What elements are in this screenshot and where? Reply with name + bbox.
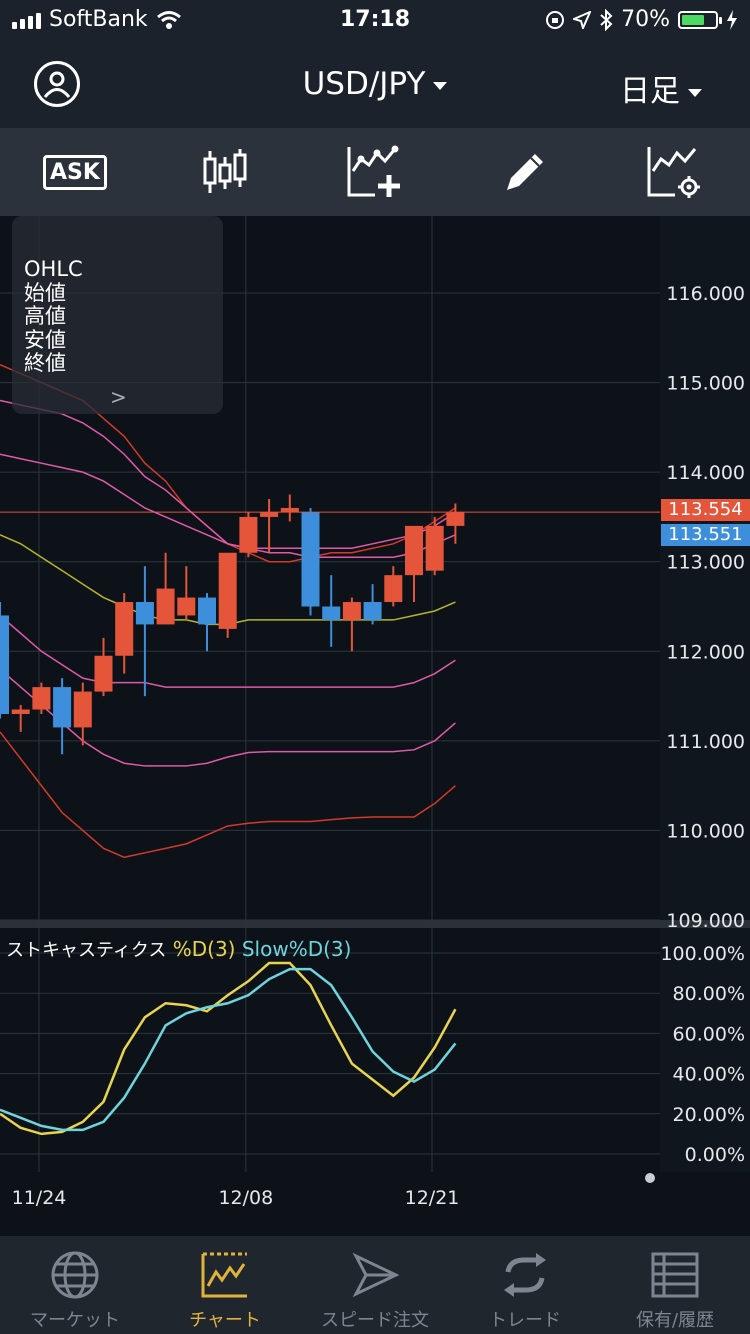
price-tick-label: 113.000: [666, 552, 745, 574]
stochastic-d-label: %D(3): [172, 937, 236, 961]
ohlc-close-label: 終値: [24, 351, 66, 375]
ask-label: ASK: [43, 154, 107, 190]
battery-percent: 70%: [621, 7, 670, 32]
bottom-nav: マーケット チャート スピード注文 トレード 保有/履歴: [0, 1236, 750, 1334]
chart-toolbar: ASK: [0, 128, 750, 216]
candle-body: [384, 575, 403, 603]
nav-speed-order-label: スピード注文: [321, 1310, 429, 1331]
candle-body: [301, 512, 320, 607]
ohlc-low-label: 安値: [24, 327, 66, 352]
bluetooth-icon: [600, 8, 613, 31]
indicator-settings-button[interactable]: [640, 137, 710, 207]
candle-body: [53, 687, 72, 728]
candle-body: [11, 709, 30, 714]
candle-body: [239, 516, 258, 553]
nav-chart[interactable]: チャート: [150, 1236, 300, 1334]
pencil-icon: [507, 154, 543, 190]
candle-body: [446, 512, 465, 526]
bid-price-tag: 113.551: [661, 524, 750, 547]
candle-body: [322, 606, 341, 620]
price-tick-label: 116.000: [666, 283, 745, 305]
page-indicator-dot: [645, 1173, 655, 1183]
period-label: 日足: [620, 74, 680, 109]
charging-icon: [727, 9, 737, 30]
indicator-settings-icon: [647, 147, 700, 198]
chart-type-button[interactable]: [190, 137, 260, 207]
chevron-right-icon[interactable]: >: [110, 385, 127, 410]
price-tick-label: 109.000: [666, 910, 745, 932]
price-tick-label: 114.000: [666, 462, 745, 484]
nav-speed-order[interactable]: スピード注文: [300, 1236, 450, 1334]
nav-chart-label: チャート: [189, 1310, 261, 1331]
stochastic-tick-label: 40.00%: [673, 1064, 745, 1086]
ohlc-open-label: 始値: [24, 280, 66, 305]
trade-icon: [504, 1253, 546, 1297]
stochastic-name: ストキャスティクス: [6, 940, 167, 961]
nav-trade[interactable]: トレード: [450, 1236, 600, 1334]
ask-bid-toggle-button[interactable]: ASK: [40, 137, 110, 207]
nav-history[interactable]: 保有/履歴: [600, 1236, 750, 1334]
stochastic-legend: ストキャスティクス %D(3) Slow%D(3): [6, 936, 351, 962]
pair-label: USD/JPY: [302, 66, 426, 102]
candle-body: [156, 588, 175, 625]
nav-market-label: マーケット: [30, 1310, 120, 1331]
speed-order-icon: [352, 1252, 400, 1298]
stochastic-tick-label: 60.00%: [673, 1023, 745, 1045]
nav-market[interactable]: マーケット: [0, 1236, 150, 1334]
candle-body: [260, 512, 279, 517]
stochastic-tick-label: 0.00%: [685, 1144, 745, 1166]
chevron-down-icon: [433, 81, 448, 90]
candle-body: [342, 602, 361, 620]
add-indicator-button[interactable]: [340, 137, 410, 207]
ohlc-title: OHLC: [24, 257, 83, 281]
candle-body: [115, 602, 134, 656]
add-indicator-icon: [347, 145, 400, 197]
battery-icon: [678, 10, 722, 29]
nav-trade-label: トレード: [489, 1310, 561, 1331]
stochastic-slow-label: Slow%D(3): [241, 937, 352, 961]
candle-body: [177, 597, 196, 616]
rotation-lock-icon: [546, 10, 565, 29]
candle-body: [198, 597, 216, 625]
candle-body: [405, 525, 423, 576]
location-icon: [573, 10, 592, 29]
date-tick-label: 12/08: [218, 1187, 273, 1209]
draw-button[interactable]: [490, 137, 560, 207]
globe-icon: [51, 1251, 99, 1299]
candle-body: [218, 552, 237, 629]
chart-icon: [201, 1252, 247, 1298]
candlestick-icon: [203, 149, 247, 193]
date-tick-label: 11/24: [12, 1187, 67, 1209]
candle-body: [0, 615, 9, 714]
status-bar: SoftBank 17:18 70%: [0, 0, 750, 40]
price-tick-label: 112.000: [666, 641, 745, 663]
stochastic-tick-label: 80.00%: [673, 983, 745, 1005]
stochastic-tick-label: 20.00%: [673, 1104, 745, 1126]
price-tick-label: 110.000: [666, 820, 745, 842]
chevron-down-icon: [688, 88, 702, 97]
candle-body: [135, 602, 154, 625]
ohlc-high-label: 高値: [24, 304, 66, 328]
candle-body: [32, 687, 51, 710]
candle-body: [363, 602, 382, 620]
history-icon: [651, 1252, 699, 1298]
date-tick-label: 12/21: [405, 1187, 460, 1209]
candle-body: [94, 655, 113, 692]
header: USD/JPY 日足: [0, 40, 750, 128]
candle-body: [280, 507, 299, 513]
period-selector[interactable]: 日足: [620, 66, 702, 110]
candle-body: [425, 525, 444, 571]
ask-price-tag: 113.554: [661, 499, 750, 522]
candle-body: [73, 691, 92, 728]
nav-history-label: 保有/履歴: [635, 1310, 715, 1331]
price-tick-label: 111.000: [666, 731, 745, 753]
ohlc-panel[interactable]: OHLC 始値 高値 安値 終値 >: [12, 216, 223, 414]
price-tick-label: 115.000: [666, 373, 745, 395]
stochastic-tick-label: 100.00%: [660, 943, 745, 965]
